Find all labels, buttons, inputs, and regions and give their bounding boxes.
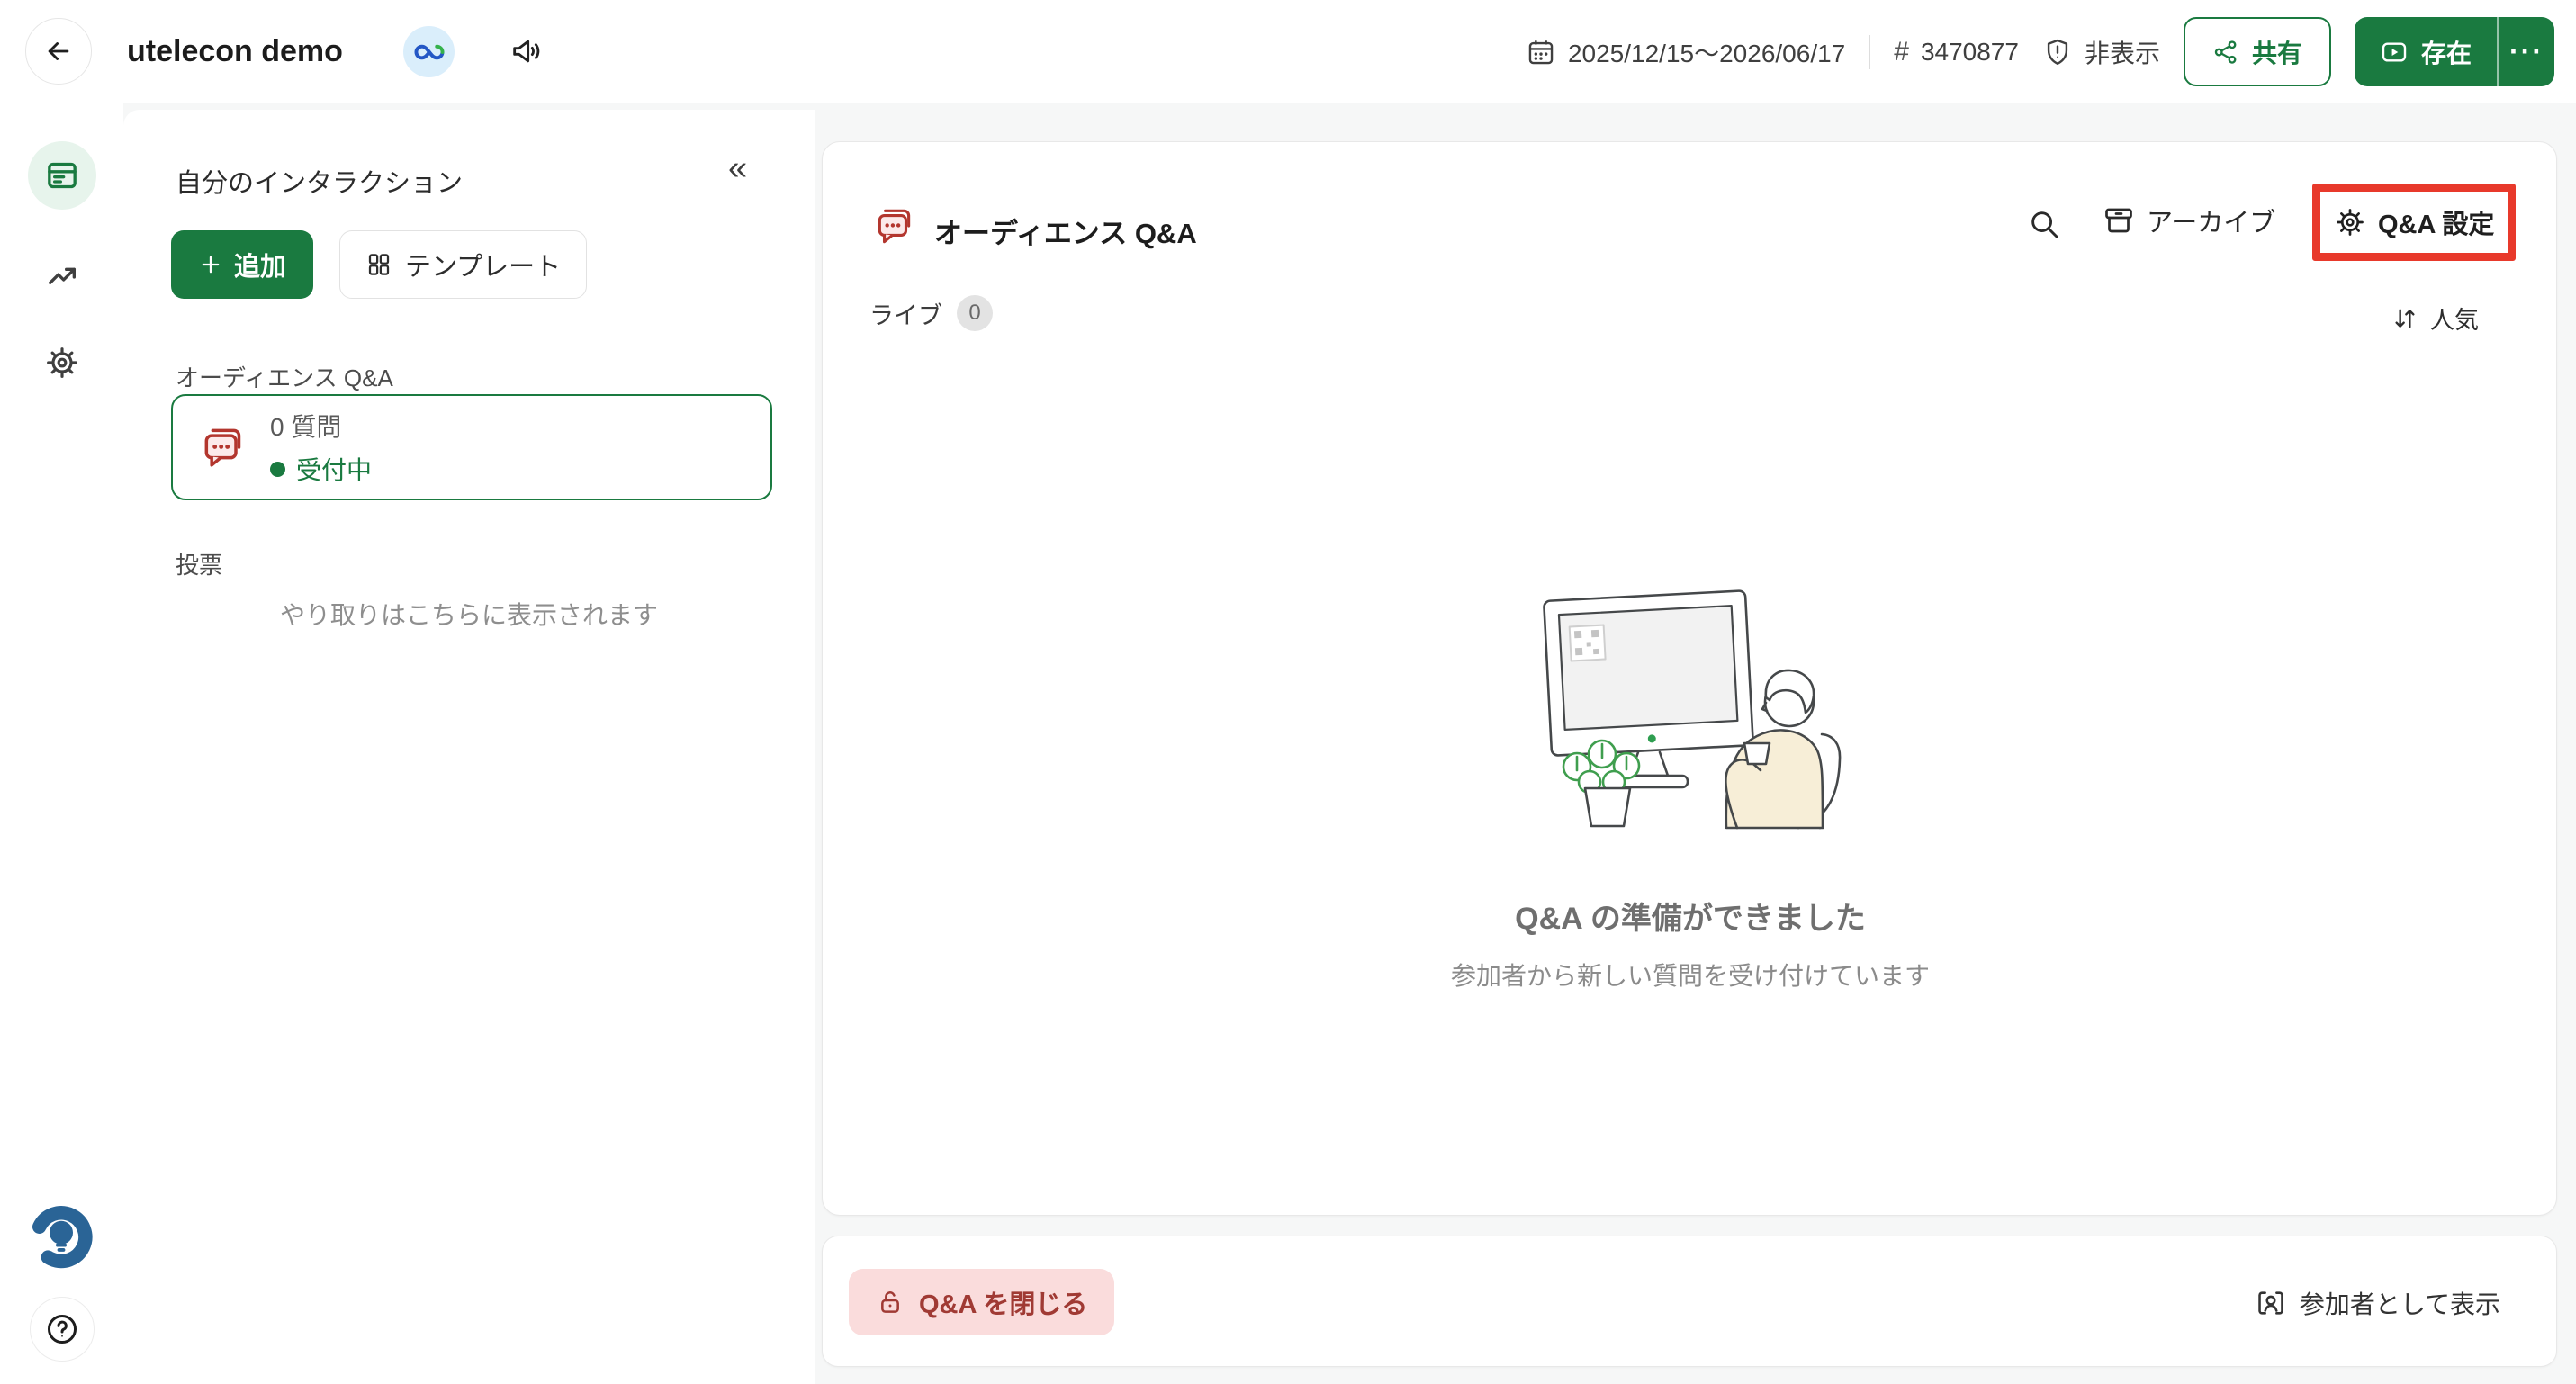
rail-item-analytics[interactable] bbox=[28, 241, 96, 310]
panel-hint: やり取りはこちらに表示されます bbox=[279, 601, 658, 629]
polls-section-label: 投票 bbox=[176, 552, 223, 579]
present-split-button: 存在 ··· bbox=[2354, 17, 2554, 86]
more-icon: ··· bbox=[2509, 35, 2544, 67]
archive-label: アーカイブ bbox=[2147, 209, 2276, 238]
help-button[interactable] bbox=[30, 1297, 95, 1362]
qa-status: 受付中 bbox=[270, 451, 372, 487]
participant-icon bbox=[2256, 1288, 2286, 1318]
archive-button[interactable]: アーカイブ bbox=[2103, 202, 2275, 239]
tab-live-label: ライブ bbox=[869, 301, 942, 329]
template-button[interactable]: テンプレート bbox=[339, 230, 588, 299]
qa-settings-label: Q&A 設定 bbox=[2378, 211, 2495, 239]
close-qa-label: Q&A を閉じる bbox=[919, 1290, 1088, 1319]
share-label: 共有 bbox=[2251, 39, 2302, 67]
rail-item-settings[interactable] bbox=[28, 328, 96, 397]
add-label: 追加 bbox=[234, 253, 287, 282]
event-dates: 2025/12/15〜2026/06/17 bbox=[1526, 34, 1845, 70]
gear-icon bbox=[2334, 206, 2366, 238]
topbar-right: 2025/12/15〜2026/06/17 # 3470877 非表示 共有 存… bbox=[1526, 0, 2554, 103]
interactions-icon bbox=[44, 157, 80, 193]
rail-item-interactions[interactable] bbox=[28, 141, 96, 210]
share-button[interactable]: 共有 bbox=[2183, 17, 2331, 86]
back-button[interactable] bbox=[25, 18, 92, 85]
calendar-icon bbox=[1526, 37, 1556, 67]
status-dot bbox=[270, 461, 285, 477]
sort-button[interactable]: 人気 bbox=[2391, 301, 2479, 336]
help-icon bbox=[43, 1310, 81, 1348]
panel-title: 自分のインタラクション bbox=[176, 169, 464, 198]
present-button[interactable]: 存在 bbox=[2355, 17, 2497, 86]
shield-alert-icon bbox=[2042, 37, 2073, 67]
view-as-participant-label: 参加者として表示 bbox=[2299, 1290, 2500, 1318]
left-rail bbox=[0, 103, 123, 1384]
view-as-participant-button[interactable]: 参加者として表示 bbox=[2256, 1285, 2500, 1321]
qa-interaction-card[interactable]: 0 質問 受付中 bbox=[171, 394, 772, 500]
search-icon bbox=[2027, 207, 2061, 241]
unlock-icon bbox=[876, 1288, 905, 1317]
qa-main-card: オーディエンス Q&A アーカイブ Q&A 設定 ライブ 0 人気 Q&A の準… bbox=[822, 141, 2557, 1216]
settings-icon bbox=[44, 345, 80, 381]
webex-logo bbox=[403, 26, 455, 77]
sort-icon bbox=[2391, 304, 2419, 333]
present-icon bbox=[2380, 38, 2409, 67]
event-code-value: 3470877 bbox=[1920, 37, 2019, 66]
page-title: utelecon demo bbox=[127, 34, 343, 68]
event-code: # 3470877 bbox=[1894, 37, 2019, 67]
interactions-panel: 自分のインタラクション « 追加 テンプレート オーディエンス Q&A 0 質問… bbox=[123, 110, 815, 1384]
close-qa-button[interactable]: Q&A を閉じる bbox=[849, 1269, 1115, 1335]
qa-section-label: オーディエンス Q&A bbox=[176, 364, 393, 391]
slido-logo[interactable] bbox=[26, 1200, 96, 1271]
event-date-range: 2025/12/15〜2026/06/17 bbox=[1567, 39, 1846, 67]
qa-settings-highlight: Q&A 設定 bbox=[2312, 184, 2517, 261]
live-count-badge: 0 bbox=[957, 295, 993, 331]
empty-state-heading: Q&A の準備ができました bbox=[1515, 902, 1866, 936]
archive-icon bbox=[2103, 204, 2135, 237]
topbar: utelecon demo 2025/12/15〜2026/06/17 # 34… bbox=[0, 0, 2576, 103]
analytics-icon bbox=[44, 257, 80, 293]
collapse-panel-button[interactable]: « bbox=[728, 151, 747, 185]
announcement-icon[interactable] bbox=[509, 33, 545, 69]
present-label: 存在 bbox=[2420, 39, 2472, 67]
slido-admin-app: utelecon demo 2025/12/15〜2026/06/17 # 34… bbox=[0, 0, 2576, 1384]
divider bbox=[1869, 34, 1871, 69]
tab-live[interactable]: ライブ 0 bbox=[869, 295, 993, 331]
qa-card-info: 0 質問 受付中 bbox=[270, 408, 372, 487]
visibility-status[interactable]: 非表示 bbox=[2042, 34, 2160, 70]
add-button[interactable]: 追加 bbox=[171, 230, 314, 299]
empty-state-subtext: 参加者から新しい質問を受け付けています bbox=[1450, 962, 1930, 990]
back-icon bbox=[43, 36, 74, 67]
visibility-label: 非表示 bbox=[2084, 39, 2160, 67]
add-icon bbox=[198, 252, 223, 277]
search-button[interactable] bbox=[2027, 207, 2061, 241]
qa-settings-button[interactable]: Q&A 設定 bbox=[2320, 192, 2508, 253]
sort-label: 人気 bbox=[2430, 307, 2479, 334]
more-options-button[interactable]: ··· bbox=[2499, 17, 2554, 86]
hash-icon: # bbox=[1894, 36, 1909, 67]
template-icon bbox=[365, 251, 392, 278]
qa-footer-bar: Q&A を閉じる 参加者として表示 bbox=[822, 1236, 2557, 1367]
qa-title: オーディエンス Q&A bbox=[934, 218, 1197, 249]
empty-state-illustration bbox=[1543, 589, 1842, 830]
qa-question-count: 0 質問 bbox=[270, 413, 342, 441]
qa-icon bbox=[872, 203, 917, 248]
share-icon bbox=[2212, 39, 2239, 66]
template-label: テンプレート bbox=[405, 253, 562, 282]
collapse-icon: « bbox=[728, 149, 748, 187]
qa-status-label: 受付中 bbox=[296, 456, 373, 484]
qa-icon bbox=[198, 422, 248, 472]
